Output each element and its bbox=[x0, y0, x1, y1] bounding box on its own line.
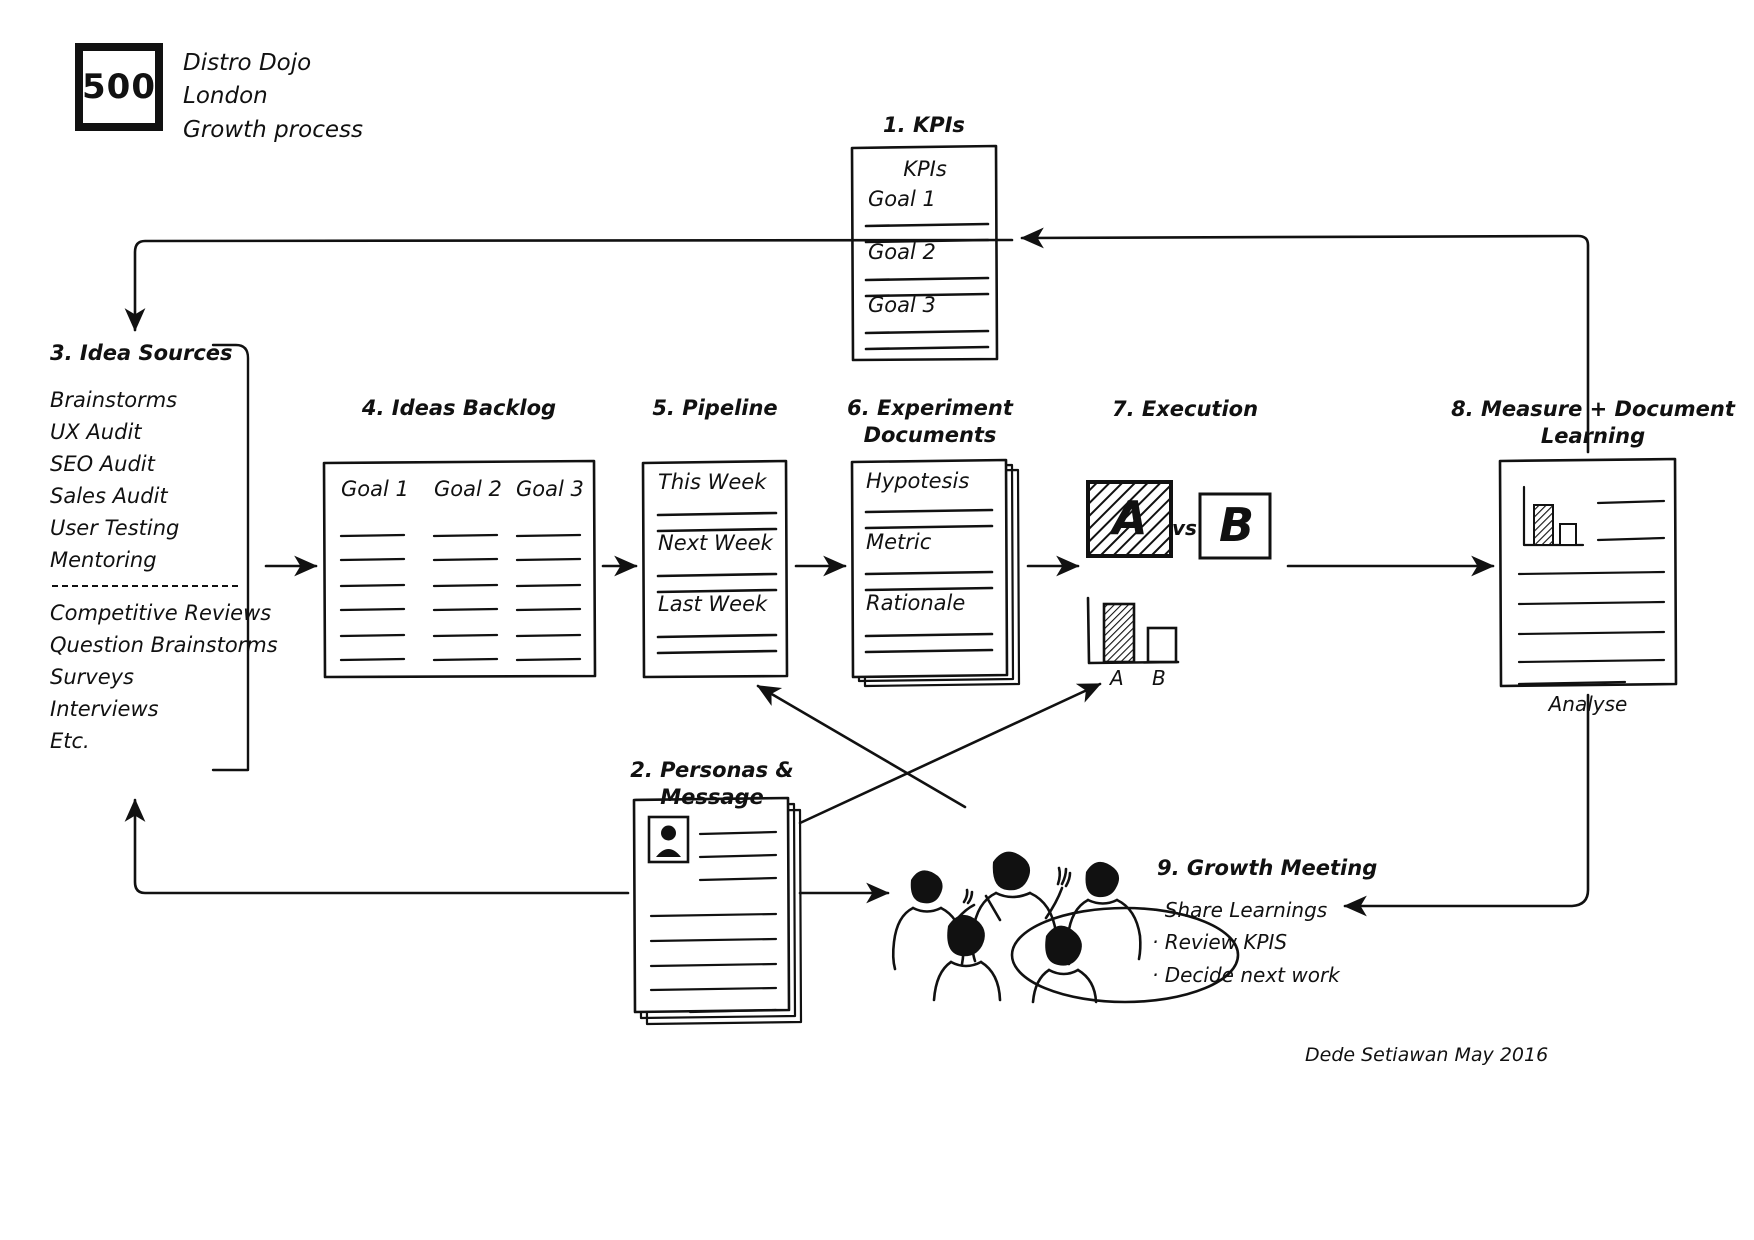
step-title-kpis: 1. KPIs bbox=[883, 113, 965, 137]
versus-label: vs bbox=[1172, 516, 1197, 540]
logo-line-3: Growth process bbox=[183, 116, 363, 143]
step-title-pipeline: 5. Pipeline bbox=[652, 396, 778, 420]
idea-source-item: Question Brainstorms bbox=[50, 633, 278, 658]
step-title-experiment-documents: 6. Experiment Documents bbox=[830, 395, 1030, 450]
step-title-growth-meeting: 9. Growth Meeting bbox=[1157, 856, 1378, 880]
author-credit: Dede Setiawan May 2016 bbox=[1305, 1044, 1549, 1066]
idea-source-item: Surveys bbox=[50, 665, 134, 690]
step-title-personas: 2. Personas & Message bbox=[630, 758, 794, 810]
idea-source-item: Brainstorms bbox=[50, 388, 178, 412]
experiment-row-metric: Metric bbox=[866, 530, 932, 554]
pipeline-row-this-week: This Week bbox=[658, 470, 767, 494]
persona-avatar bbox=[647, 815, 690, 864]
logo-badge: 500 bbox=[75, 43, 163, 131]
idea-source-item: Competitive Reviews bbox=[50, 601, 272, 626]
experiment-docs-title-line-2: Documents bbox=[863, 423, 997, 448]
pipeline-row-next-week: Next Week bbox=[658, 531, 773, 555]
idea-source-item: Sales Audit bbox=[50, 483, 168, 508]
idea-source-item: SEO Audit bbox=[50, 451, 155, 476]
kpis-row-goal-1: Goal 1 bbox=[868, 187, 936, 211]
experiment-row-rationale: Rationale bbox=[866, 591, 966, 615]
variant-b-label: B bbox=[1219, 498, 1255, 552]
kpis-row-goal-3: Goal 3 bbox=[868, 293, 936, 317]
growth-meeting-bullet-text: Review KPIS bbox=[1164, 930, 1288, 955]
variant-a-label: A bbox=[1112, 491, 1148, 545]
measure-caption-analyse: Analyse bbox=[1548, 692, 1628, 716]
logo-line-2: London bbox=[183, 83, 268, 110]
idea-source-item: Etc. bbox=[50, 729, 90, 754]
growth-meeting-bullet-text: Share Learnings bbox=[1164, 898, 1328, 922]
step-title-ideas-backlog: 4. Ideas Backlog bbox=[361, 396, 557, 420]
logo-caption: Distro Dojo London Growth process bbox=[183, 47, 363, 147]
growth-meeting-bullets: · Share Learnings · Review KPIS · Decide… bbox=[1152, 894, 1340, 991]
idea-source-item: Mentoring bbox=[50, 547, 157, 572]
step-title-idea-sources: 3. Idea Sources bbox=[50, 341, 233, 365]
step-title-execution: 7. Execution bbox=[1111, 397, 1259, 421]
ideas-backlog-col-1: Goal 1 bbox=[341, 477, 409, 501]
growth-meeting-bullet-text: Decide next work bbox=[1164, 962, 1340, 987]
kpis-card-header: KPIs bbox=[903, 157, 947, 181]
idea-sources-divider bbox=[52, 585, 238, 588]
execution-chart-xtick-b: B bbox=[1152, 666, 1166, 690]
idea-sources-list: Brainstorms UX Audit SEO Audit Sales Aud… bbox=[50, 385, 278, 758]
experiment-row-hypothesis: Hypotesis bbox=[866, 469, 970, 493]
idea-source-item: User Testing bbox=[50, 515, 180, 540]
logo-number: 500 bbox=[82, 67, 156, 107]
ideas-backlog-col-3: Goal 3 bbox=[516, 477, 584, 501]
growth-meeting-bullet: · Decide next work bbox=[1152, 962, 1340, 987]
measure-title-line-2: Learning bbox=[1540, 424, 1646, 449]
execution-chart-xtick-a: A bbox=[1110, 666, 1124, 690]
pipeline-row-last-week: Last Week bbox=[658, 592, 768, 616]
step-title-measure: 8. Measure + Document Learning bbox=[1448, 396, 1738, 451]
logo-line-1: Distro Dojo bbox=[183, 50, 312, 76]
diagram-canvas: 500 Distro Dojo London Growth process 1.… bbox=[0, 0, 1754, 1240]
experiment-docs-title-line-1: 6. Experiment bbox=[847, 396, 1013, 420]
measure-title-line-1: 8. Measure + Document bbox=[1451, 397, 1735, 421]
kpis-row-goal-2: Goal 2 bbox=[868, 240, 936, 264]
idea-source-item: UX Audit bbox=[50, 419, 142, 444]
logo-box: 500 bbox=[75, 43, 163, 131]
growth-meeting-bullet: · Share Learnings bbox=[1152, 898, 1328, 922]
growth-meeting-bullet: · Review KPIS bbox=[1152, 930, 1288, 955]
idea-source-item: Interviews bbox=[50, 697, 159, 722]
ideas-backlog-col-2: Goal 2 bbox=[434, 477, 502, 501]
